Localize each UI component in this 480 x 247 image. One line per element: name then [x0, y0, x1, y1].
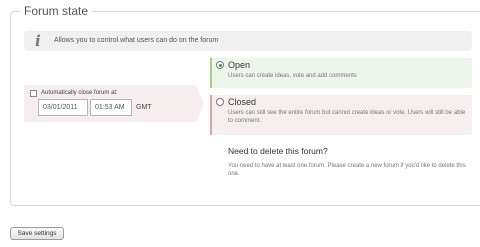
delete-title: Need to delete this forum? [228, 146, 328, 156]
info-icon: i [35, 32, 41, 50]
close-date-input[interactable]: 03/01/2011 [38, 99, 88, 116]
open-description: Users can create ideas, vote and add com… [228, 73, 357, 79]
timezone-label: GMT [136, 104, 152, 111]
auto-close-panel: Automatically close forum at: 03/01/2011… [24, 85, 204, 122]
save-settings-button[interactable]: Save settings [10, 227, 64, 240]
closed-title: Closed [228, 97, 257, 107]
info-bar: i Allows you to control what users can d… [24, 31, 472, 51]
section-title: Forum state [20, 4, 93, 18]
open-radio[interactable] [216, 61, 224, 69]
state-option-open[interactable]: Open Users can create ideas, vote and ad… [210, 58, 472, 88]
radio-selected-dot [218, 63, 222, 67]
closed-description: Users can still see the entire forum but… [228, 110, 466, 124]
delete-forum-block: Need to delete this forum? You need to h… [228, 145, 474, 178]
auto-close-checkbox[interactable] [30, 90, 37, 97]
close-time-input[interactable]: 01:53 AM [90, 99, 132, 116]
state-option-closed[interactable]: Closed Users can still see the entire fo… [210, 95, 472, 135]
auto-close-label: Automatically close forum at: [41, 90, 118, 96]
delete-description: You need to have at least one forum. Ple… [228, 163, 466, 177]
info-text: Allows you to control what users can do … [54, 37, 219, 44]
open-title: Open [228, 60, 251, 70]
closed-radio[interactable] [216, 98, 224, 106]
